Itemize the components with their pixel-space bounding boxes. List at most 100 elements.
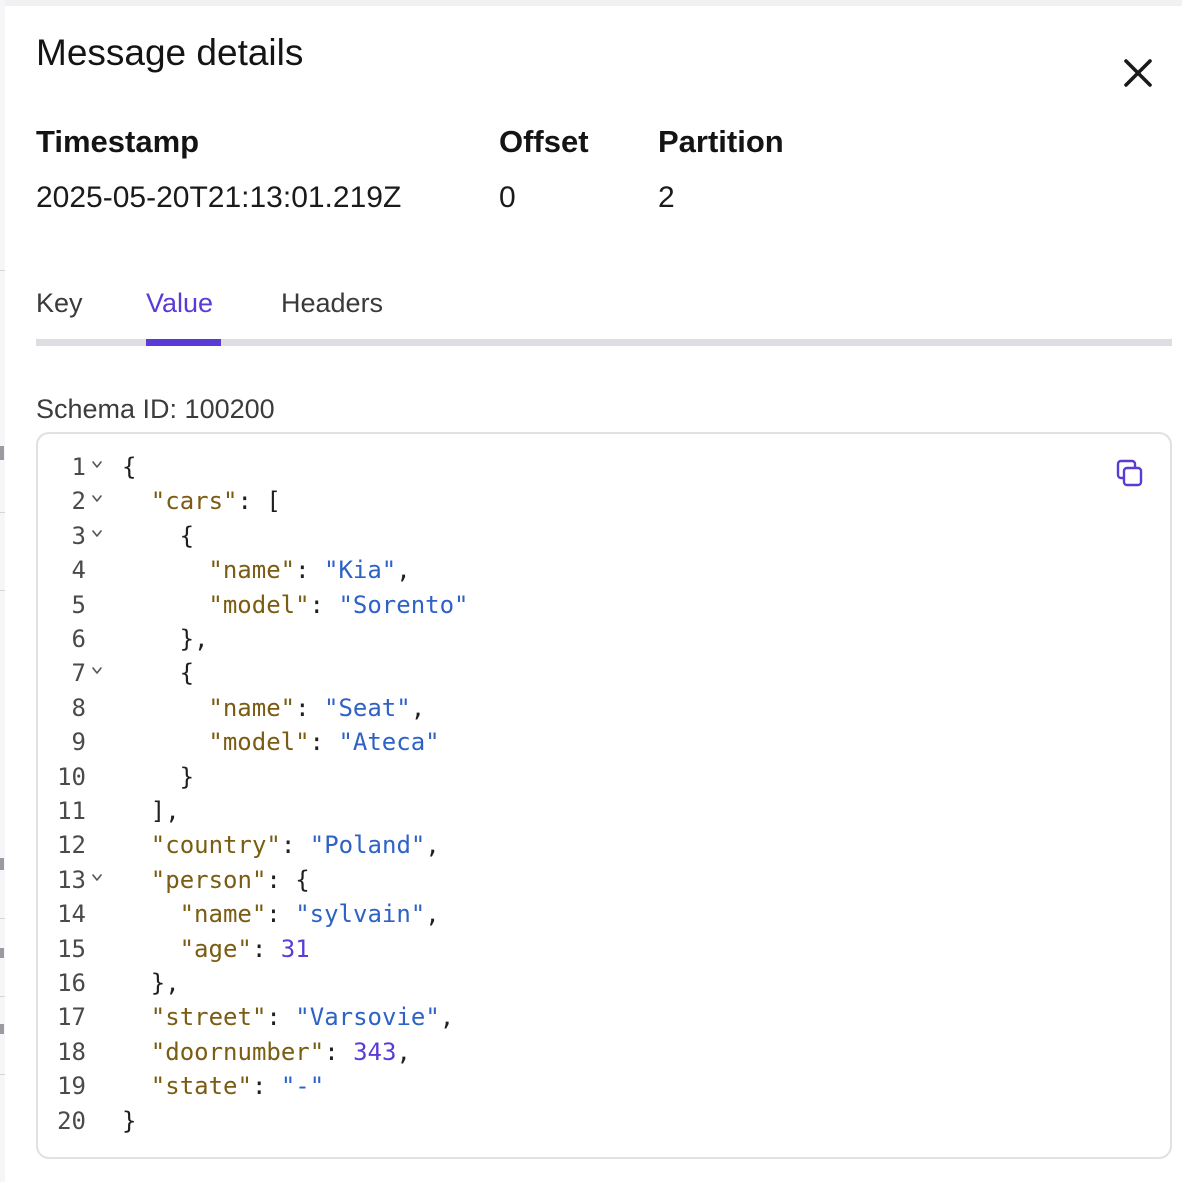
code-line: 8 "name": "Seat", — [38, 691, 1038, 725]
code-line: 16}, — [38, 966, 1038, 1000]
json-punctuation: , — [439, 1003, 455, 1032]
line-number: 5 — [71, 590, 86, 619]
json-punctuation: : — [251, 1072, 281, 1101]
partition-label: Partition — [658, 124, 784, 159]
message-tabs: Key Value Headers — [36, 284, 1172, 346]
code-line: 20} — [38, 1104, 1038, 1138]
line-number: 16 — [57, 969, 86, 997]
copy-button[interactable] — [1114, 458, 1146, 490]
json-string: "Ateca" — [338, 728, 440, 757]
code-line: 9 "model": "Ateca" — [38, 725, 1038, 759]
json-number: 343 — [353, 1037, 397, 1066]
json-punctuation: }, — [150, 969, 180, 997]
code-line: 10} — [38, 760, 1038, 794]
json-key: "age" — [179, 934, 252, 963]
line-number: 20 — [57, 1106, 86, 1135]
code-line: 13 "person": { — [38, 863, 1038, 897]
code-line: 5 "model": "Sorento" — [38, 588, 1038, 622]
code-line: 1{ — [38, 450, 1038, 484]
json-punctuation: : — [251, 934, 281, 963]
tab-key-label: Key — [36, 288, 83, 318]
line-number: 1 — [71, 453, 86, 481]
json-key: "country" — [150, 831, 281, 860]
line-number: 18 — [57, 1037, 86, 1066]
offset-value: 0 — [499, 181, 516, 214]
backdrop-text-fragment — [0, 1024, 4, 1034]
json-punctuation: , — [396, 556, 411, 585]
chevron-down-icon[interactable] — [90, 663, 104, 677]
line-number: 8 — [71, 693, 86, 722]
partition-field: Partition 2 — [658, 123, 784, 217]
tab-headers-label: Headers — [281, 288, 384, 318]
backdrop-text-fragment — [0, 948, 4, 958]
code-line: 6}, — [38, 622, 1038, 656]
code-line: 14 "name": "sylvain", — [38, 897, 1038, 931]
json-key: "street" — [150, 1003, 267, 1032]
json-code-viewer[interactable]: 1{2 "cars": [3{4 "name": "Kia", 5 "model": "… — [36, 432, 1172, 1159]
tab-headers[interactable]: Headers — [281, 284, 401, 346]
chevron-down-icon[interactable] — [90, 870, 104, 884]
json-key: "name" — [179, 900, 267, 929]
json-key: "cars" — [150, 487, 238, 516]
backdrop-text-fragment — [0, 858, 4, 870]
json-punctuation: : — [295, 556, 324, 585]
offset-field: Offset 0 — [499, 123, 589, 217]
code-text: "model": "Sorento" — [208, 588, 468, 622]
code-text: }, — [180, 622, 209, 656]
line-number: 13 — [57, 865, 86, 894]
code-text: "name": "Seat", — [208, 691, 425, 725]
line-number: 6 — [71, 625, 86, 653]
line-number: 7 — [71, 659, 86, 688]
json-string: "Kia" — [324, 556, 397, 585]
json-punctuation: } — [122, 1106, 137, 1135]
line-number: 4 — [71, 556, 86, 585]
chevron-down-icon[interactable] — [90, 491, 104, 505]
chevron-down-icon[interactable] — [90, 457, 104, 471]
json-punctuation: }, — [179, 625, 209, 653]
message-details-drawer: Message details Timestamp 2025-05-20T21:… — [5, 6, 1182, 1182]
code-line: 19 "state": "-" — [38, 1069, 1038, 1103]
json-punctuation: } — [179, 762, 195, 791]
json-punctuation: : — [280, 831, 310, 860]
close-button[interactable] — [1117, 52, 1159, 94]
code-text: } — [122, 1104, 136, 1138]
json-key: "model" — [208, 728, 310, 757]
code-line: 17 "street": "Varsovie", — [38, 1000, 1038, 1034]
json-punctuation: : — [309, 590, 339, 619]
json-punctuation: , — [410, 693, 426, 722]
line-number: 3 — [71, 521, 86, 550]
code-text: "doornumber": 343, — [151, 1035, 411, 1069]
code-text: "street": "Varsovie", — [151, 1000, 454, 1034]
json-string: "sylvain" — [295, 900, 426, 929]
code-line: 18 "doornumber": 343, — [38, 1035, 1038, 1069]
json-punctuation: : — [266, 900, 296, 929]
tab-key[interactable]: Key — [36, 284, 92, 346]
json-key: "state" — [150, 1072, 252, 1101]
active-tab-indicator — [146, 339, 221, 346]
copy-icon — [1116, 459, 1143, 487]
code-text: } — [180, 760, 194, 794]
code-text: "cars": [ — [151, 484, 281, 518]
code-text: { — [122, 450, 136, 484]
json-string: "Seat" — [324, 693, 411, 722]
timestamp-value: 2025-05-20T21:13:01.219Z — [36, 181, 402, 214]
code-line: 7{ — [38, 656, 1038, 690]
json-punctuation: { — [122, 453, 137, 481]
json-punctuation: : — [266, 1003, 296, 1032]
offset-label: Offset — [499, 124, 589, 159]
tab-value-label: Value — [146, 288, 214, 318]
backdrop-text-fragment — [0, 446, 4, 460]
code-text: }, — [151, 966, 180, 1000]
code-text: "name": "sylvain", — [180, 897, 440, 931]
json-string: "Varsovie" — [295, 1003, 440, 1032]
code-line: 12 "country": "Poland", — [38, 828, 1038, 862]
json-punctuation: : [ — [237, 487, 281, 516]
json-punctuation: : — [324, 1037, 354, 1066]
chevron-down-icon[interactable] — [90, 526, 104, 540]
json-punctuation: , — [396, 1037, 411, 1066]
code-line: 15 "age": 31 — [38, 932, 1038, 966]
tab-value[interactable]: Value — [146, 284, 221, 346]
line-number: 17 — [57, 1003, 86, 1032]
json-key: "person" — [150, 865, 267, 894]
code-line: 3{ — [38, 519, 1038, 553]
